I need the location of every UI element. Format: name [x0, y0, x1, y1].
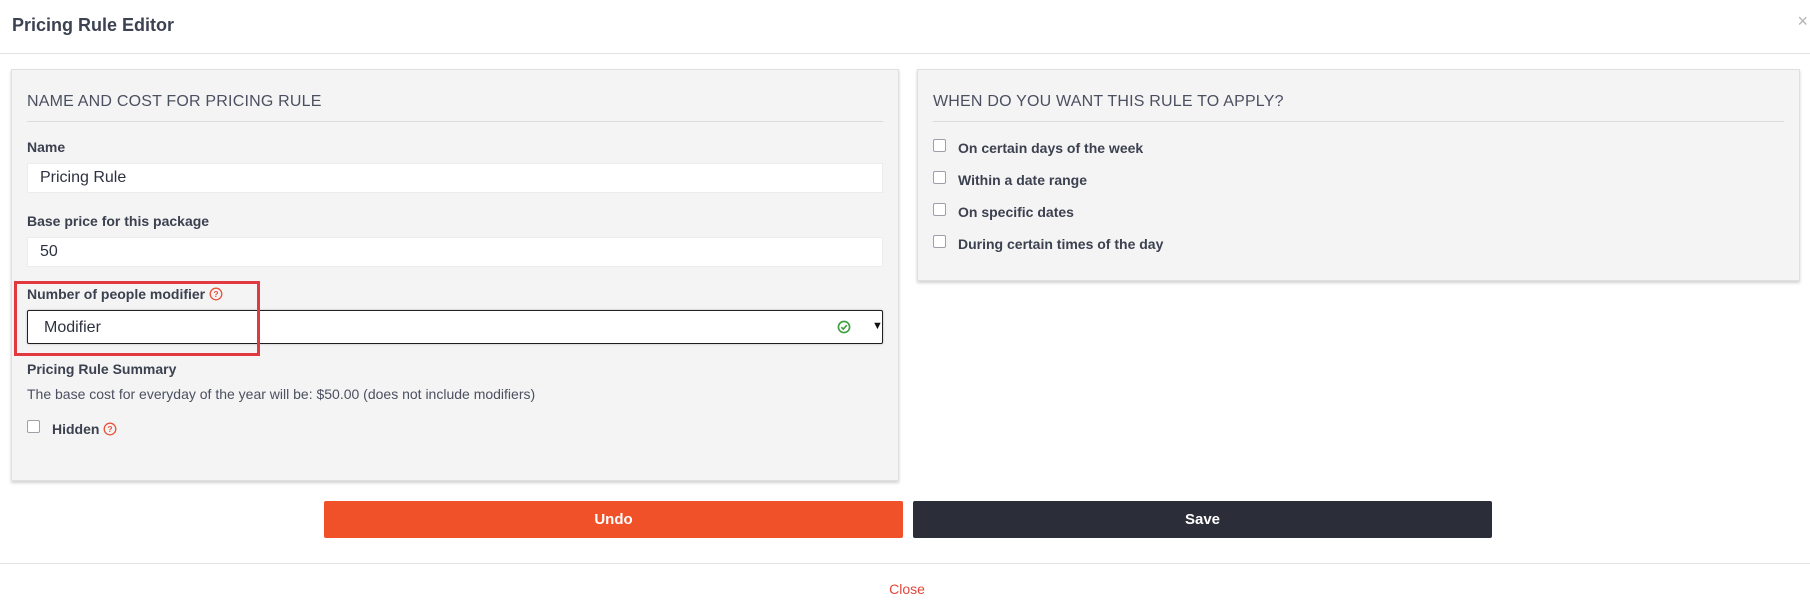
modal-title: Pricing Rule Editor — [12, 15, 175, 35]
section-title-rule-apply: WHEN DO YOU WANT THIS RULE TO APPLY? — [933, 93, 1284, 110]
hidden-label: Hidden ? — [52, 421, 117, 437]
base-price-input[interactable] — [27, 237, 883, 267]
option-label-date-range: Within a date range — [958, 172, 1088, 188]
question-circle-icon[interactable]: ? — [103, 422, 117, 436]
rule-apply-panel: WHEN DO YOU WANT THIS RULE TO APPLY? On … — [917, 69, 1800, 281]
hidden-checkbox[interactable] — [27, 420, 40, 433]
summary-text: The base cost for everyday of the year w… — [27, 386, 536, 402]
svg-text:?: ? — [214, 289, 219, 299]
summary-label: Pricing Rule Summary — [27, 361, 177, 377]
name-input[interactable] — [27, 163, 883, 193]
modifier-select[interactable]: Modifier ▼ — [27, 310, 883, 344]
close-x-icon[interactable]: × — [1797, 9, 1808, 33]
base-price-label: Base price for this package — [27, 213, 210, 229]
name-cost-panel: NAME AND COST FOR PRICING RULE Name Base… — [11, 69, 899, 481]
footer-divider — [0, 563, 1810, 564]
option-checkbox-specific-dates[interactable] — [933, 203, 946, 216]
option-label-days-of-week: On certain days of the week — [958, 140, 1144, 156]
svg-text:?: ? — [108, 424, 113, 434]
modifier-label: Number of people modifier ? — [27, 286, 223, 302]
check-circle-icon — [837, 320, 851, 334]
undo-button[interactable]: Undo — [324, 501, 903, 538]
modifier-select-value: Modifier — [44, 319, 101, 336]
modal-header: Pricing Rule Editor × — [0, 0, 1810, 54]
save-button[interactable]: Save — [913, 501, 1492, 538]
section-divider — [933, 121, 1784, 122]
option-checkbox-times-of-day[interactable] — [933, 235, 946, 248]
name-label: Name — [27, 139, 66, 155]
option-label-specific-dates: On specific dates — [958, 204, 1074, 220]
modifier-label-text: Number of people modifier — [27, 286, 206, 302]
question-circle-icon[interactable]: ? — [209, 287, 223, 301]
caret-down-icon: ▼ — [872, 320, 883, 332]
section-title-name-cost: NAME AND COST FOR PRICING RULE — [27, 93, 322, 110]
hidden-label-text: Hidden — [52, 421, 100, 437]
option-checkbox-days-of-week[interactable] — [933, 139, 946, 152]
option-checkbox-date-range[interactable] — [933, 171, 946, 184]
close-link[interactable]: Close — [0, 581, 1810, 597]
section-divider — [27, 121, 883, 122]
option-label-times-of-day: During certain times of the day — [958, 236, 1164, 252]
